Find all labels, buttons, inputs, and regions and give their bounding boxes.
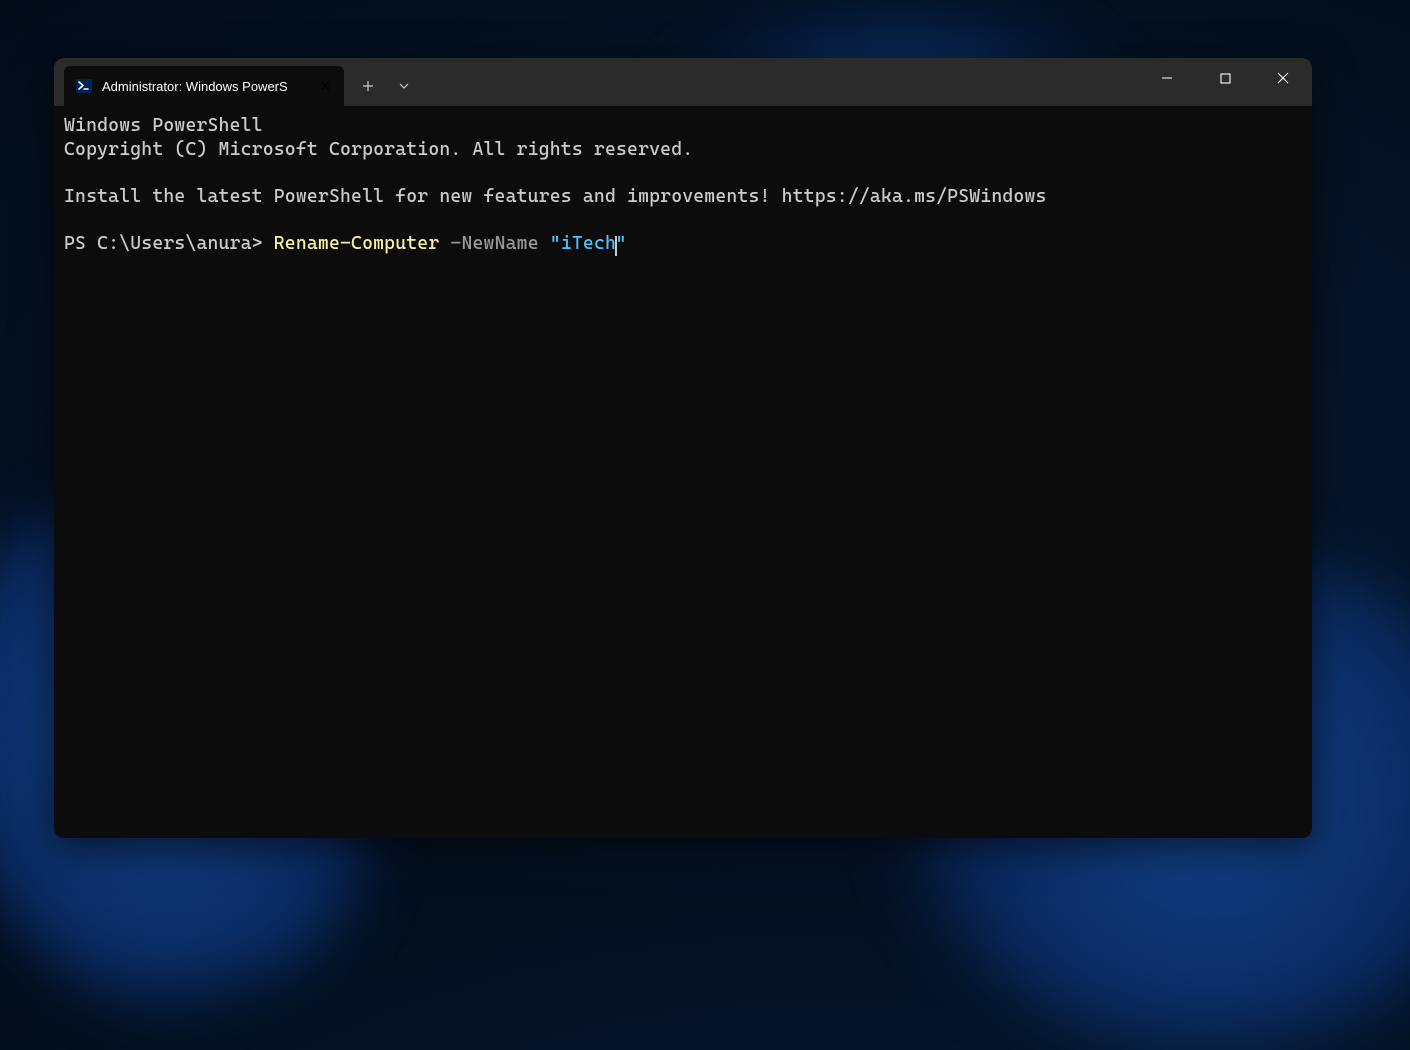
tab-title: Administrator: Windows PowerS (102, 79, 306, 94)
new-tab-button[interactable] (350, 68, 386, 104)
terminal-window: Administrator: Windows PowerS (54, 58, 1312, 838)
window-controls (1138, 58, 1312, 106)
terminal-prompt-line: PS C:\Users\anura> Rename-Computer -NewN… (64, 233, 627, 254)
chevron-down-icon (398, 80, 410, 92)
terminal-output-line: Install the latest PowerShell for new fe… (64, 185, 1302, 209)
command-string-close: " (616, 233, 627, 254)
close-tab-button[interactable] (316, 77, 334, 95)
plus-icon (362, 80, 374, 92)
close-window-button[interactable] (1254, 58, 1312, 98)
minimize-button[interactable] (1138, 58, 1196, 98)
tab-powershell[interactable]: Administrator: Windows PowerS (64, 66, 344, 106)
text-cursor (615, 236, 617, 256)
title-bar[interactable]: Administrator: Windows PowerS (54, 58, 1312, 106)
terminal-output-line (64, 161, 1302, 185)
maximize-button[interactable] (1196, 58, 1254, 98)
close-icon (1277, 72, 1289, 84)
minimize-icon (1161, 72, 1173, 84)
terminal-output-line: Copyright (C) Microsoft Corporation. All… (64, 138, 1302, 162)
prompt-prefix: PS C:\Users\anura> (64, 233, 274, 254)
maximize-icon (1220, 73, 1231, 84)
terminal-output-line (64, 209, 1302, 233)
command-string-open: " (550, 233, 561, 254)
command-string-value: iTech (561, 233, 616, 254)
terminal-output-line: Windows PowerShell (64, 114, 1302, 138)
command-parameter: -NewName (439, 233, 549, 254)
terminal-content[interactable]: Windows PowerShell Copyright (C) Microso… (54, 106, 1312, 838)
powershell-icon (76, 78, 92, 94)
command-cmdlet: Rename-Computer (274, 233, 440, 254)
tab-dropdown-button[interactable] (386, 68, 422, 104)
